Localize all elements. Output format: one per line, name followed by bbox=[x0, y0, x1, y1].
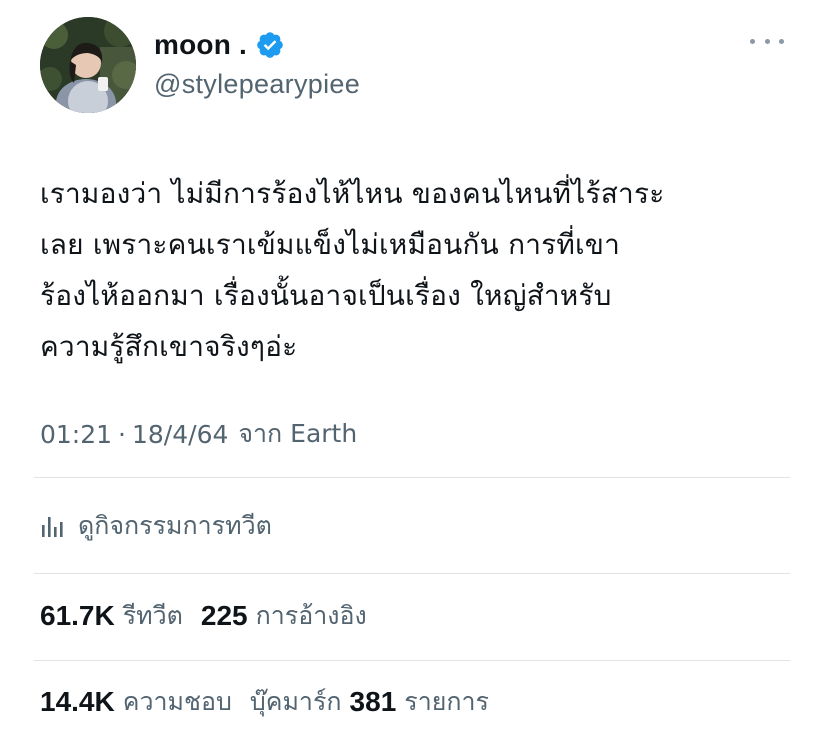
analytics-bar-icon bbox=[40, 513, 66, 539]
bookmarks-count: 381 bbox=[349, 686, 397, 717]
quotes-count: 225 bbox=[200, 600, 248, 631]
author-names: moon . @stylepearypiee bbox=[154, 27, 360, 100]
bookmarks-stat[interactable]: บุ๊คมาร์ก 381 รายการ bbox=[250, 682, 489, 722]
divider bbox=[34, 573, 790, 574]
avatar-image bbox=[40, 17, 136, 113]
view-tweet-activity-link[interactable]: ดูกิจกรรมการทวีต bbox=[40, 504, 272, 548]
dot bbox=[750, 38, 755, 44]
avatar[interactable] bbox=[40, 17, 136, 113]
tweet-detail: moon . @stylepearypiee เรามองว่า ไม่มีกา… bbox=[0, 0, 828, 739]
tweet-source: จาก Earth bbox=[238, 419, 358, 448]
display-name[interactable]: moon . bbox=[154, 29, 247, 61]
bookmarks-label: บุ๊คมาร์ก bbox=[249, 687, 342, 716]
view-tweet-activity-label: ดูกิจกรรมการทวีต bbox=[78, 511, 272, 540]
likes-count: 14.4K bbox=[40, 686, 115, 717]
tweet-date[interactable]: 18/4/64 bbox=[132, 420, 228, 449]
dot bbox=[764, 38, 770, 44]
verified-badge-icon bbox=[255, 30, 285, 60]
more-options-icon[interactable] bbox=[750, 31, 784, 51]
likes-label: ความชอบ bbox=[122, 687, 232, 716]
retweets-label: รีทวีต bbox=[122, 601, 183, 630]
tweet-header: moon . @stylepearypiee bbox=[40, 17, 790, 113]
bookmarks-suffix: รายการ bbox=[404, 687, 489, 716]
likes-stat[interactable]: 14.4K ความชอบ bbox=[40, 682, 232, 722]
retweets-stat[interactable]: 61.7K รีทวีต bbox=[40, 596, 183, 636]
quotes-label: การอ้างอิง bbox=[255, 601, 367, 630]
stats-row-likes: 14.4K ความชอบ บุ๊คมาร์ก 381 รายการ bbox=[40, 680, 507, 724]
display-name-row: moon . bbox=[154, 27, 360, 63]
dot bbox=[779, 38, 784, 44]
tweet-time[interactable]: 01:21 bbox=[40, 420, 112, 449]
tweet-meta: 01:21 · 18/4/64 จาก Earth bbox=[40, 414, 357, 454]
meta-separator: · bbox=[118, 419, 126, 449]
divider bbox=[34, 477, 790, 478]
retweets-count: 61.7K bbox=[40, 600, 115, 631]
tweet-text: เรามองว่า ไม่มีการร้องไห้ไหน ของคนไหนที่… bbox=[40, 177, 665, 363]
author-handle[interactable]: @stylepearypiee bbox=[154, 69, 360, 100]
quotes-stat[interactable]: 225 การอ้างอิง bbox=[201, 596, 367, 636]
stats-row-retweets: 61.7K รีทวีต 225 การอ้างอิง bbox=[40, 594, 385, 638]
divider bbox=[34, 660, 790, 661]
